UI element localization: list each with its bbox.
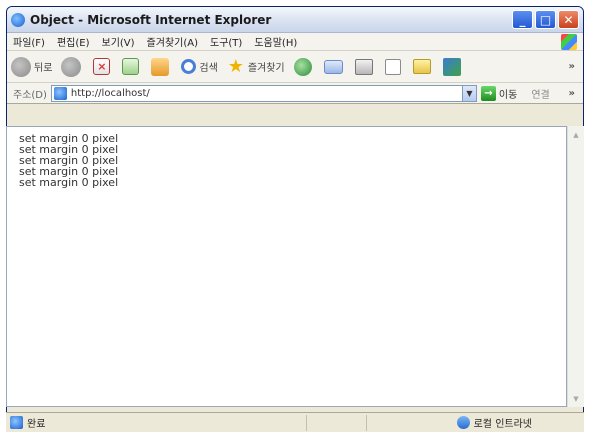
- status-text: 완료: [27, 419, 46, 430]
- scroll-up-icon[interactable]: ▲: [568, 126, 584, 143]
- folder-icon: [412, 59, 431, 74]
- page-status-icon: [10, 416, 23, 429]
- title-bar[interactable]: Object - Microsoft Internet Explorer _ □…: [7, 7, 583, 33]
- menu-tools[interactable]: 도구(T): [210, 34, 242, 49]
- favorites-label: 즐겨찾기: [247, 63, 285, 74]
- back-arrow-icon: [11, 56, 31, 77]
- star-icon: ★: [227, 55, 244, 77]
- links-chevron-icon[interactable]: »: [569, 88, 575, 99]
- security-zone: 로컬 인트라넷: [456, 415, 532, 430]
- printer-icon: [354, 58, 373, 75]
- print-button[interactable]: [354, 58, 376, 75]
- home-button[interactable]: [151, 57, 172, 76]
- messenger-icon: [442, 57, 461, 76]
- menu-help[interactable]: 도움말(H): [254, 34, 297, 49]
- toolbar-overflow-chevron-icon[interactable]: »: [569, 61, 575, 72]
- stop-icon: ×: [93, 58, 111, 75]
- go-arrow-icon: →: [480, 85, 496, 101]
- scroll-down-icon[interactable]: ▼: [568, 390, 584, 407]
- minimize-button[interactable]: _: [512, 10, 533, 29]
- go-button[interactable]: → 이동: [480, 85, 518, 101]
- refresh-icon: [122, 58, 140, 75]
- page-content: set margin 0 pixel set margin 0 pixel se…: [6, 126, 567, 407]
- refresh-button[interactable]: [122, 58, 142, 75]
- go-label: 이동: [498, 89, 518, 101]
- links-button[interactable]: 연결: [531, 86, 549, 101]
- mail-button[interactable]: [323, 59, 346, 74]
- close-button[interactable]: ✕: [558, 10, 579, 29]
- edit-button[interactable]: [384, 58, 404, 75]
- page-icon: [53, 86, 67, 100]
- address-dropdown-icon[interactable]: ▼: [461, 85, 476, 101]
- favorites-button[interactable]: ★ 즐겨찾기: [227, 55, 285, 77]
- back-button[interactable]: 뒤로: [11, 56, 53, 77]
- address-label: 주소(D): [13, 89, 47, 101]
- history-button[interactable]: [293, 57, 315, 76]
- zone-text: 로컬 인트라넷: [473, 419, 532, 430]
- search-button[interactable]: 검색: [181, 59, 218, 74]
- menu-bar: 파일(F) 편집(E) 보기(V) 즐겨찾기(A) 도구(T) 도움말(H): [7, 33, 583, 51]
- mail-icon: [323, 59, 343, 74]
- status-divider: [306, 415, 307, 431]
- content-line: set margin 0 pixel: [19, 176, 119, 189]
- menu-view[interactable]: 보기(V): [102, 34, 135, 49]
- search-label: 검색: [199, 63, 218, 74]
- status-divider: [366, 415, 367, 431]
- maximize-button[interactable]: □: [535, 10, 556, 29]
- standard-toolbar: 뒤로 × 검색 ★ 즐겨찾기 »: [7, 51, 583, 83]
- menu-edit[interactable]: 편집(E): [57, 34, 90, 49]
- address-url: http://localhost/: [70, 87, 150, 99]
- home-icon: [151, 57, 170, 76]
- scroll-track[interactable]: [568, 143, 584, 390]
- edit-document-icon: [384, 58, 401, 75]
- vertical-scrollbar[interactable]: ▲ ▼: [567, 126, 584, 407]
- window-title: Object - Microsoft Internet Explorer: [30, 12, 272, 27]
- stop-button[interactable]: ×: [93, 58, 113, 75]
- windows-logo-icon: [561, 34, 577, 50]
- menu-favorites[interactable]: 즐겨찾기(A): [147, 34, 198, 49]
- search-icon: [181, 59, 197, 74]
- menu-file[interactable]: 파일(F): [13, 34, 45, 49]
- forward-arrow-icon: [61, 56, 82, 77]
- ie-logo-icon: [11, 12, 25, 27]
- intranet-zone-icon: [456, 416, 470, 429]
- folder-button[interactable]: [412, 59, 434, 74]
- messenger-button[interactable]: [442, 57, 464, 76]
- history-icon: [293, 57, 312, 76]
- forward-button[interactable]: [61, 56, 84, 77]
- back-label: 뒤로: [34, 63, 53, 74]
- address-bar: 주소(D) http://localhost/ ▼ → 이동 연결 »: [7, 83, 583, 104]
- address-input[interactable]: http://localhost/ ▼: [50, 84, 477, 102]
- status-bar: 완료 로컬 인트라넷: [6, 412, 584, 432]
